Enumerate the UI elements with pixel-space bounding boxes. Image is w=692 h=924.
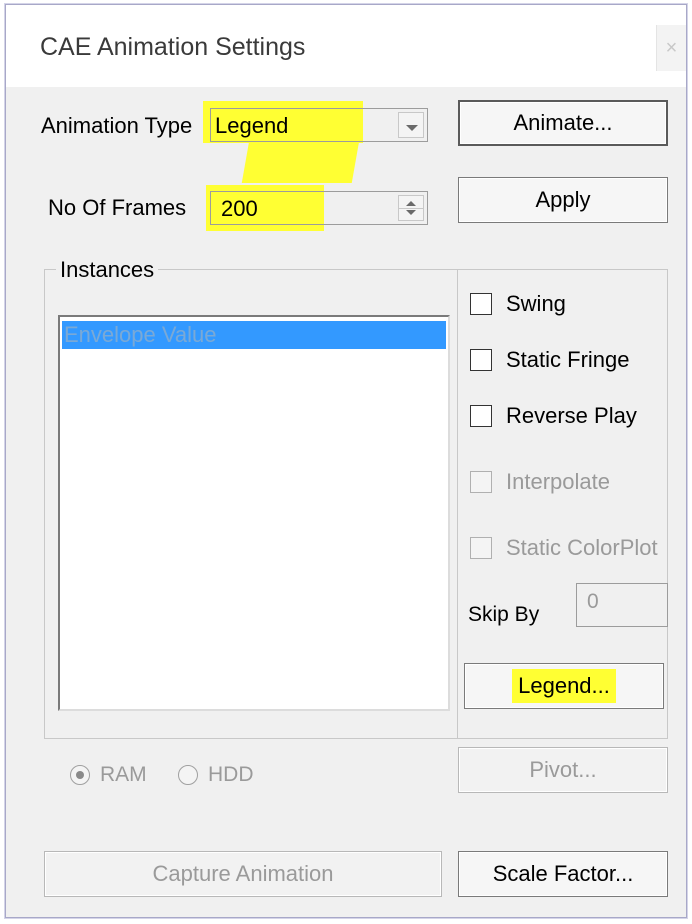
instances-group-title: Instances	[56, 257, 159, 283]
frames-value: 200	[221, 196, 258, 221]
reverse-play-label: Reverse Play	[506, 403, 637, 428]
chevron-up-icon[interactable]	[406, 201, 416, 206]
ram-radio[interactable]	[70, 765, 90, 785]
interpolate-label: Interpolate	[506, 469, 610, 494]
scale-factor-button[interactable]: Scale Factor...	[458, 851, 668, 897]
animate-button[interactable]: Animate...	[458, 100, 668, 146]
chevron-down-icon[interactable]	[398, 112, 424, 138]
static-fringe-label: Static Fringe	[506, 347, 630, 372]
hdd-radio[interactable]	[178, 765, 198, 785]
skip-by-label: Skip By	[468, 603, 540, 626]
static-colorplot-checkbox[interactable]	[470, 537, 492, 559]
static-colorplot-label: Static ColorPlot	[506, 535, 658, 560]
swing-label: Swing	[506, 291, 566, 316]
legend-button[interactable]: Legend...	[464, 663, 664, 709]
static-fringe-checkbox[interactable]	[470, 349, 492, 371]
instances-list[interactable]: Envelope Value	[58, 315, 450, 711]
highlight-mark	[241, 135, 361, 183]
dialog-window: CAE Animation Settings × Animation Type …	[5, 4, 687, 918]
hdd-label: HDD	[208, 763, 254, 786]
animation-type-value: Legend	[215, 113, 289, 138]
interpolate-checkbox[interactable]	[470, 471, 492, 493]
reverse-play-checkbox[interactable]	[470, 405, 492, 427]
swing-checkbox[interactable]	[470, 293, 492, 315]
capture-animation-button[interactable]: Capture Animation	[44, 851, 442, 897]
animation-type-label: Animation Type	[41, 113, 193, 138]
apply-button[interactable]: Apply	[458, 177, 668, 223]
close-icon[interactable]: ×	[656, 25, 686, 71]
animation-type-select[interactable]: Legend	[210, 108, 428, 142]
skip-by-input[interactable]: 0	[576, 583, 668, 627]
window-title: CAE Animation Settings	[40, 33, 306, 61]
frames-label: No Of Frames	[48, 195, 187, 220]
pivot-button[interactable]: Pivot...	[458, 747, 668, 793]
title-bar: CAE Animation Settings ×	[6, 5, 686, 87]
frames-stepper[interactable]: 200	[210, 191, 428, 225]
divider	[399, 208, 423, 209]
legend-button-label: Legend...	[512, 669, 616, 703]
spin-buttons[interactable]	[398, 195, 424, 221]
ram-label: RAM	[100, 763, 147, 786]
list-item[interactable]: Envelope Value	[62, 321, 446, 349]
chevron-down-icon[interactable]	[406, 210, 416, 215]
group-divider	[457, 269, 458, 739]
